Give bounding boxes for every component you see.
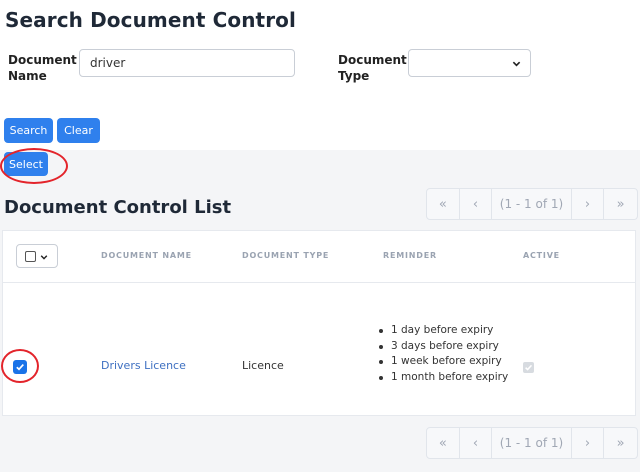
column-header-reminder[interactable]: REMINDER xyxy=(383,251,437,260)
page-info: (1 - 1 of 1) xyxy=(492,189,572,219)
last-page-button[interactable]: » xyxy=(604,189,637,219)
row-checkbox[interactable] xyxy=(13,360,27,374)
document-type-label-line-2: Type xyxy=(338,69,370,83)
page-title: Search Document Control xyxy=(5,8,296,32)
chevron-down-icon xyxy=(512,61,521,67)
check-icon xyxy=(16,364,24,371)
pagination-top: « ‹ (1 - 1 of 1) › » xyxy=(426,188,638,220)
reminder-list: 1 day before expiry 3 days before expiry… xyxy=(377,323,508,385)
prev-page-button[interactable]: ‹ xyxy=(460,428,493,458)
search-button[interactable]: Search xyxy=(4,118,53,143)
next-page-button[interactable]: › xyxy=(572,189,605,219)
document-name-label-line-1: Document xyxy=(8,53,77,67)
clear-button[interactable]: Clear xyxy=(57,118,100,143)
chevron-down-icon xyxy=(40,255,48,260)
reminder-item: 1 week before expiry xyxy=(377,354,508,370)
document-name-link[interactable]: Drivers Licence xyxy=(101,359,186,372)
list-title: Document Control List xyxy=(4,197,232,218)
active-checkbox xyxy=(523,362,534,373)
table-header: DOCUMENT NAME DOCUMENT TYPE REMINDER ACT… xyxy=(3,231,635,283)
reminder-item: 1 day before expiry xyxy=(377,323,508,339)
document-type-label-line-1: Document xyxy=(338,53,407,67)
reminder-item: 1 month before expiry xyxy=(377,370,508,386)
column-header-document-type[interactable]: DOCUMENT TYPE xyxy=(242,251,329,260)
select-all-dropdown[interactable] xyxy=(16,244,58,268)
next-page-button[interactable]: › xyxy=(572,428,605,458)
select-all-checkbox[interactable] xyxy=(25,251,36,262)
last-page-button[interactable]: » xyxy=(604,428,637,458)
reminder-item: 3 days before expiry xyxy=(377,339,508,355)
first-page-button[interactable]: « xyxy=(427,428,460,458)
column-header-document-name[interactable]: DOCUMENT NAME xyxy=(101,251,192,260)
check-icon xyxy=(525,364,533,371)
document-type-select[interactable] xyxy=(408,49,531,77)
document-name-label-line-2: Name xyxy=(8,69,47,83)
document-name-input[interactable] xyxy=(79,49,295,77)
document-type-cell: Licence xyxy=(242,359,284,372)
prev-page-button[interactable]: ‹ xyxy=(460,189,493,219)
document-name-label: Document Name xyxy=(8,52,78,84)
page-info: (1 - 1 of 1) xyxy=(492,428,572,458)
pagination-bottom: « ‹ (1 - 1 of 1) › » xyxy=(426,427,638,459)
column-header-active[interactable]: ACTIVE xyxy=(523,251,560,260)
select-button[interactable]: Select xyxy=(4,152,48,176)
document-control-table: DOCUMENT NAME DOCUMENT TYPE REMINDER ACT… xyxy=(2,230,636,416)
document-type-label: Document Type xyxy=(338,52,408,84)
search-panel: Search Document Control Document Name Do… xyxy=(0,0,640,150)
first-page-button[interactable]: « xyxy=(427,189,460,219)
